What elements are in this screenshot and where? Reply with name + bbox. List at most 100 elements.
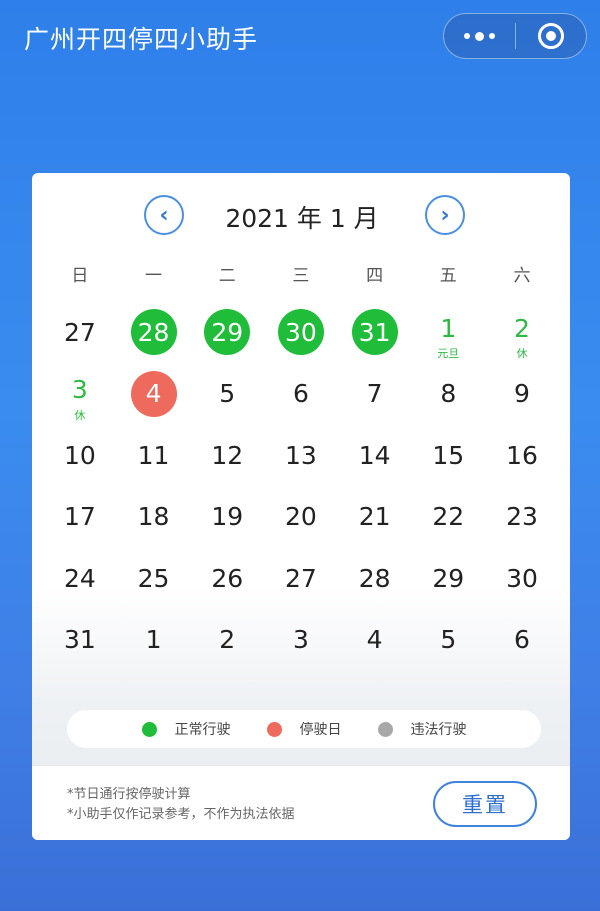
day-cell[interactable]: 6 [485,609,559,671]
day-cell[interactable]: 19 [190,486,264,548]
weekday-label: 三 [292,266,310,286]
weekday-label: 六 [513,266,531,286]
day-cell[interactable]: 29 [411,547,485,609]
day-number: 22 [432,502,465,531]
day-number: 30 [506,563,538,593]
day-cell[interactable]: 25 [117,547,191,609]
day-number: 7 [366,379,383,408]
day-number: 4 [130,370,177,417]
weekday-label: 一 [145,266,163,286]
calendar-week-row: 24 25 26 27 28 29 30 [43,547,559,609]
weekday-label: 四 [366,266,384,286]
day-cell[interactable]: 2休 [485,301,559,363]
day-cell[interactable]: 28 [338,547,412,609]
day-cell[interactable]: 3休 [43,363,117,425]
legend-label: 违法行驶 [410,722,467,738]
calendar-week-row: 10 11 12 13 14 15 16 [43,424,559,486]
day-number: 12 [211,440,244,470]
day-number: 25 [137,563,170,593]
day-cell[interactable]: 23 [485,486,559,548]
note-holiday: *节日通行按停驶计算 [67,787,191,802]
prev-month-button[interactable]: ‹ [144,195,184,235]
more-button[interactable] [444,14,515,58]
weekday-header: 日 一 二 三 四 五 六 [43,261,559,286]
day-cell[interactable]: 24 [43,547,117,609]
day-cell[interactable]: 9 [485,363,559,425]
day-cell[interactable]: 13 [264,424,338,486]
legend-dot [377,721,393,737]
day-cell[interactable]: 28 [117,301,191,363]
day-number: 10 [63,440,96,470]
more-dots-icon [463,31,495,41]
day-cell[interactable]: 30 [264,301,338,363]
miniapp-capsule [443,13,587,59]
day-number: 26 [211,563,244,593]
day-cell[interactable]: 29 [190,301,264,363]
notes: *节日通行按停驶计算 *小助手仅作记录参考，不作为执法依据 [67,785,295,825]
legend-dot [141,721,157,737]
day-cell[interactable]: 5 [411,609,485,671]
day-cell[interactable]: 4 [338,609,412,671]
day-number: 3 [292,625,309,654]
day-holiday-label: 元旦 [437,347,460,360]
day-number: 28 [358,563,391,593]
day-holiday-label: 休 [74,408,86,422]
day-cell[interactable]: 1 [117,609,191,671]
day-cell[interactable]: 2 [190,609,264,671]
month-title: 2021 年 1 月 [225,204,379,233]
day-cell[interactable]: 11 [117,424,191,486]
day-cell[interactable]: 18 [117,486,191,548]
day-cell[interactable]: 7 [338,363,412,425]
legend-item-normal: 正常行驶 [141,719,231,739]
day-cell[interactable]: 6 [264,363,338,425]
legend-item-stop: 停驶日 [266,719,342,739]
day-number: 11 [137,440,170,470]
reset-button[interactable]: 重置 [433,781,537,827]
day-cell[interactable]: 12 [190,424,264,486]
day-cell[interactable]: 1 元旦 [411,301,485,363]
day-cell[interactable]: 3 [264,609,338,671]
next-month-button[interactable]: › [425,195,465,235]
app-title: 广州开四停四小助手 [24,25,259,54]
day-number: 19 [211,502,244,531]
weekday-label: 二 [218,266,236,286]
legend-item-illegal: 违法行驶 [377,719,467,739]
day-cell[interactable]: 27 [264,547,338,609]
day-cell[interactable]: 15 [411,424,485,486]
day-cell[interactable]: 5 [190,363,264,425]
target-circle-icon [537,23,564,49]
day-cell[interactable]: 22 [411,486,485,548]
day-cell[interactable]: 21 [338,486,412,548]
day-number: 20 [285,502,317,531]
day-cell[interactable]: 30 [485,547,559,609]
legend: 正常行驶 停驶日 违法行驶 [67,710,541,748]
calendar-week-row: 31 1 2 3 4 5 6 [43,609,559,671]
day-cell[interactable]: 14 [338,424,412,486]
day-number: 16 [506,440,538,470]
legend-label: 正常行驶 [174,722,231,738]
calendar-card: ‹ 2021 年 1 月 › 日 一 二 三 四 五 六 27 28 29 30 31 1… [32,173,570,840]
day-cell[interactable]: 26 [190,547,264,609]
day-number: 27 [285,563,317,593]
day-number: 9 [514,379,530,408]
day-cell[interactable]: 27 [43,301,117,363]
day-number: 29 [204,309,251,355]
day-cell[interactable]: 31 [43,609,117,671]
day-number: 15 [432,440,465,470]
day-cell[interactable]: 20 [264,486,338,548]
day-cell[interactable]: 4 [117,363,191,425]
day-number: 27 [63,317,96,347]
day-cell[interactable]: 8 [411,363,485,425]
day-number: 31 [63,625,96,654]
day-cell[interactable]: 16 [485,424,559,486]
day-cell[interactable]: 10 [43,424,117,486]
close-button[interactable] [516,14,587,58]
day-number: 17 [63,502,96,531]
day-cell[interactable]: 17 [43,486,117,548]
day-cell[interactable]: 31 [338,301,412,363]
day-number: 6 [292,379,309,408]
day-number: 4 [366,625,383,654]
day-number: 2 [219,625,236,654]
day-number: 24 [63,563,96,593]
day-number: 28 [130,309,177,355]
